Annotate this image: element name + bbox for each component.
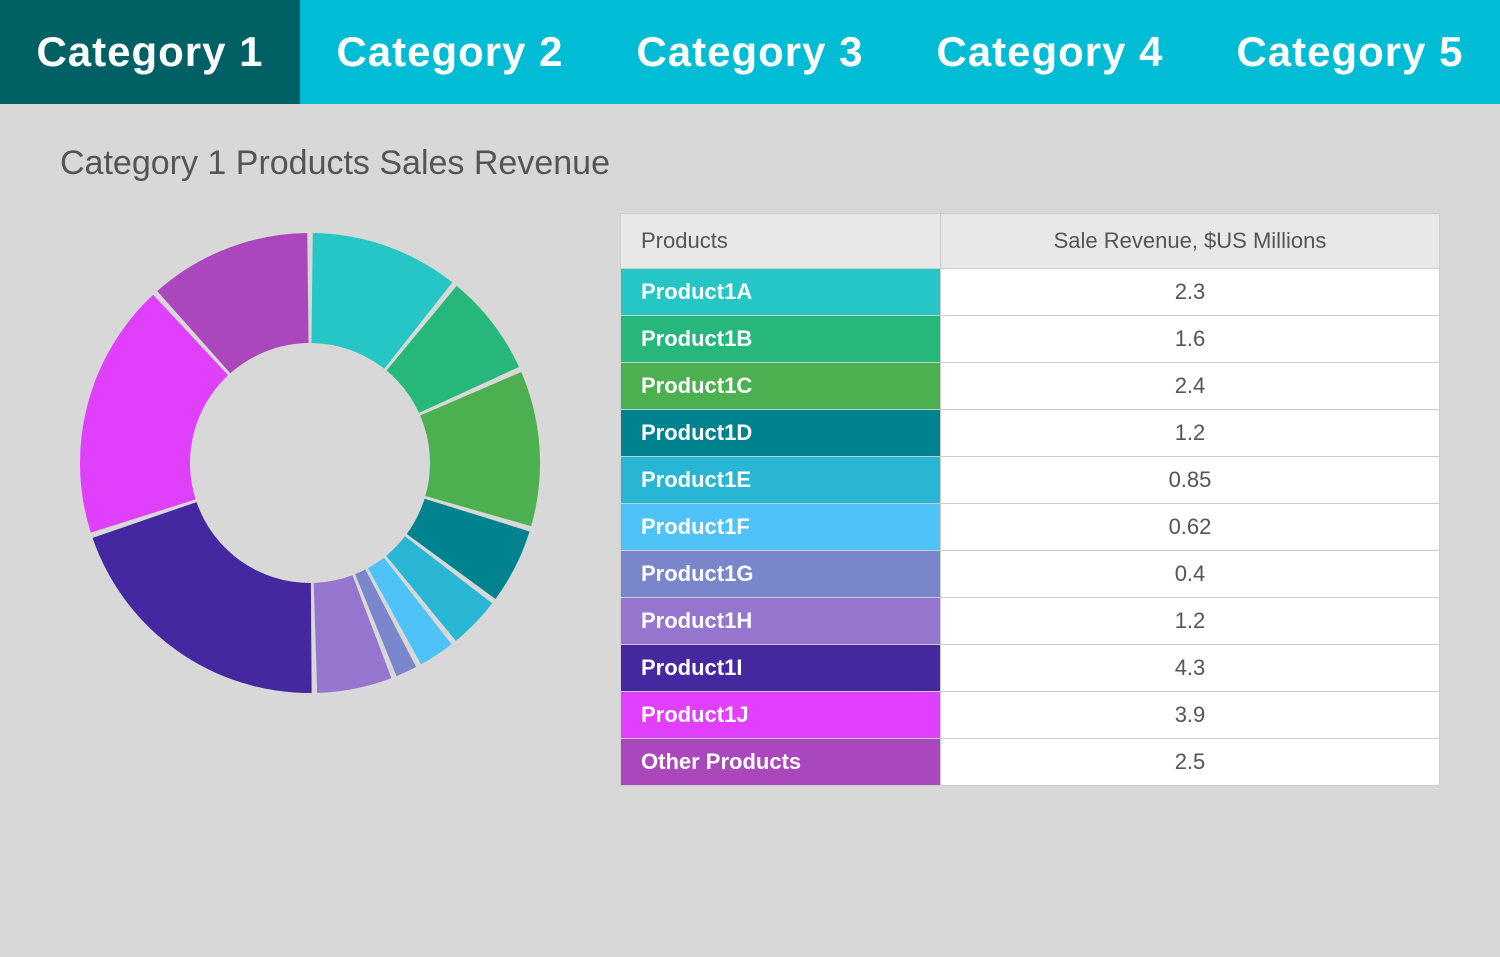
table-row: Product1J3.9 [621, 692, 1440, 739]
data-table: Products Sale Revenue, $US Millions Prod… [620, 213, 1440, 786]
tab-category-3[interactable]: Category 3 [600, 0, 900, 104]
table-row: Product1E0.85 [621, 457, 1440, 504]
revenue-value: 0.62 [940, 504, 1439, 551]
table-row: Product1G0.4 [621, 551, 1440, 598]
table-row: Product1C2.4 [621, 363, 1440, 410]
revenue-value: 1.6 [940, 316, 1439, 363]
revenue-value: 2.3 [940, 269, 1439, 316]
table-row: Product1F0.62 [621, 504, 1440, 551]
table-row: Product1A2.3 [621, 269, 1440, 316]
revenue-value: 4.3 [940, 645, 1439, 692]
tab-category-5[interactable]: Category 5 [1200, 0, 1500, 104]
table-row: Product1D1.2 [621, 410, 1440, 457]
table-row: Product1B1.6 [621, 316, 1440, 363]
table-row: Product1I4.3 [621, 645, 1440, 692]
revenue-value: 2.4 [940, 363, 1439, 410]
tab-category-1[interactable]: Category 1 [0, 0, 300, 104]
tab-bar: Category 1Category 2Category 3Category 4… [0, 0, 1500, 104]
product-label: Product1J [621, 692, 941, 739]
product-label: Product1A [621, 269, 941, 316]
product-label: Product1H [621, 598, 941, 645]
chart-area: Products Sale Revenue, $US Millions Prod… [60, 213, 1440, 786]
product-label: Product1F [621, 504, 941, 551]
tab-category-2[interactable]: Category 2 [300, 0, 600, 104]
product-label: Product1I [621, 645, 941, 692]
revenue-value: 0.85 [940, 457, 1439, 504]
revenue-value: 1.2 [940, 410, 1439, 457]
product-label: Product1G [621, 551, 941, 598]
revenue-value: 3.9 [940, 692, 1439, 739]
donut-chart [60, 213, 560, 713]
product-label: Product1C [621, 363, 941, 410]
table-row: Product1H1.2 [621, 598, 1440, 645]
revenue-value: 0.4 [940, 551, 1439, 598]
col-products-header: Products [621, 214, 941, 269]
col-revenue-header: Sale Revenue, $US Millions [940, 214, 1439, 269]
chart-title: Category 1 Products Sales Revenue [60, 144, 1440, 183]
product-label: Product1B [621, 316, 941, 363]
revenue-value: 1.2 [940, 598, 1439, 645]
table-row: Other Products2.5 [621, 739, 1440, 786]
content-area: Category 1 Products Sales Revenue Produc… [0, 104, 1500, 826]
revenue-value: 2.5 [940, 739, 1439, 786]
donut-hole [195, 348, 425, 578]
product-label: Other Products [621, 739, 941, 786]
product-label: Product1E [621, 457, 941, 504]
tab-category-4[interactable]: Category 4 [900, 0, 1200, 104]
product-label: Product1D [621, 410, 941, 457]
